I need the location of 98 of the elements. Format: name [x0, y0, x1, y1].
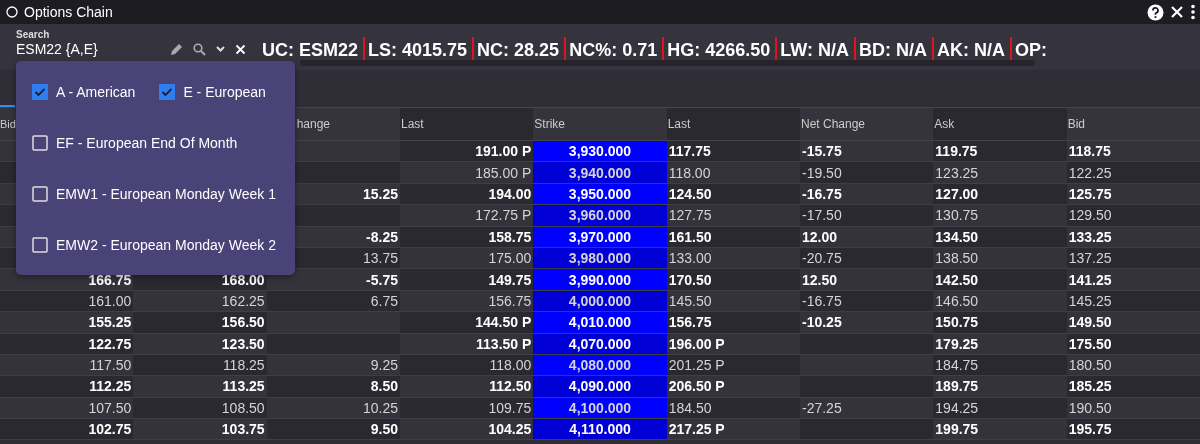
table-cell: 122.75 — [0, 333, 134, 355]
strike-cell: 4,090.000 — [533, 376, 667, 398]
column-header[interactable]: Net Change — [800, 108, 934, 141]
table-cell: -19.50 — [800, 162, 934, 184]
circle-icon — [6, 6, 18, 18]
table-cell: 117.50 — [0, 354, 134, 377]
table-cell: 127.75 — [666, 205, 800, 227]
table-cell: 170.50 — [666, 269, 800, 291]
table-cell: 199.75 — [933, 419, 1067, 441]
table-cell: 179.25 — [933, 333, 1067, 355]
checkbox[interactable] — [32, 83, 48, 100]
strike-cell: 4,100.000 — [533, 397, 667, 420]
column-header[interactable]: Strike — [533, 108, 667, 141]
option-label[interactable]: E - European — [183, 83, 266, 100]
strike-cell: 4,110.000 — [533, 419, 667, 441]
column-header[interactable]: Ask — [933, 108, 1067, 141]
table-cell: 107.50 — [0, 397, 134, 420]
quote-value: UC: ESM22 — [261, 39, 360, 62]
checkbox[interactable] — [32, 236, 48, 253]
table-cell: 118.25 — [133, 354, 267, 377]
table-cell: 118.00 — [666, 162, 800, 184]
table-cell: 108.50 — [133, 397, 267, 420]
table-cell: 8.50 — [266, 376, 400, 398]
scrollbar[interactable] — [300, 60, 1035, 66]
table-cell: 217.25 P — [666, 419, 800, 441]
table-cell: 184.75 — [933, 354, 1067, 377]
table-cell: 141.25 — [1066, 269, 1200, 291]
table-cell: 155.25 — [0, 312, 134, 334]
table-cell: 12.50 — [800, 269, 934, 291]
strike-cell: 3,930.000 — [533, 141, 667, 163]
close-icon[interactable] — [1170, 5, 1184, 19]
table-cell: 191.00 P — [400, 141, 534, 163]
table-cell: 112.50 — [400, 376, 534, 398]
clear-icon[interactable] — [235, 43, 246, 55]
table-cell: 130.75 — [933, 205, 1067, 227]
table-cell: 104.25 — [400, 419, 534, 441]
table-cell: 129.50 — [1066, 205, 1200, 227]
table-cell: 194.25 — [933, 397, 1067, 420]
table-cell: 127.00 — [933, 183, 1067, 206]
strike-cell: 3,950.000 — [533, 183, 667, 206]
table-cell: -15.75 — [800, 141, 934, 163]
table-cell: 172.75 P — [400, 205, 534, 227]
table-cell: 123.50 — [133, 333, 267, 355]
option-label[interactable]: A - American — [56, 83, 136, 100]
column-header[interactable]: Bid — [1066, 108, 1200, 141]
table-cell: 156.50 — [133, 312, 267, 334]
table-cell: 146.50 — [933, 290, 1067, 313]
table-cell: 150.75 — [933, 312, 1067, 334]
search-icon[interactable] — [193, 42, 206, 56]
strike-cell: 3,990.000 — [533, 269, 667, 291]
table-cell: 102.75 — [0, 419, 134, 441]
table-cell: 195.75 — [1066, 419, 1200, 441]
table-cell: 119.75 — [933, 141, 1067, 163]
table-cell: 112.25 — [0, 376, 134, 398]
strike-cell: 3,980.000 — [533, 247, 667, 270]
chevron-down-icon[interactable] — [215, 45, 226, 53]
strike-cell: 3,960.000 — [533, 205, 667, 227]
table-cell: 144.50 P — [400, 312, 534, 334]
window-title: Options Chain — [24, 4, 114, 20]
table-cell: -5.75 — [266, 269, 400, 291]
table-cell: 206.50 P — [666, 376, 800, 398]
strike-cell: 4,010.000 — [533, 312, 667, 334]
table-cell: 118.75 — [1066, 141, 1200, 163]
column-header[interactable]: Last — [666, 108, 800, 141]
table-cell: 134.50 — [933, 226, 1067, 248]
search-field[interactable]: ESM22 {A,E} — [16, 41, 170, 57]
table-cell: -10.25 — [800, 312, 934, 334]
strike-cell: 3,940.000 — [533, 162, 667, 184]
table-cell: 123.25 — [933, 162, 1067, 184]
table-cell: 142.50 — [933, 269, 1067, 291]
table-cell: 9.50 — [266, 419, 400, 441]
table-cell: 189.75 — [933, 376, 1067, 398]
strike-cell: 3,970.000 — [533, 226, 667, 248]
checkbox[interactable] — [32, 185, 48, 202]
table-cell: 103.75 — [133, 419, 267, 441]
strike-cell: 4,000.000 — [533, 290, 667, 313]
table-cell: 156.75 — [666, 312, 800, 334]
table-cell: 117.75 — [666, 141, 800, 163]
more-icon[interactable] — [1190, 4, 1196, 20]
table-cell: 185.00 P — [400, 162, 534, 184]
table-cell: 162.25 — [133, 290, 267, 313]
table-cell: 149.50 — [1066, 312, 1200, 334]
table-cell: 113.25 — [133, 376, 267, 398]
table-cell: 122.25 — [1066, 162, 1200, 184]
column-header[interactable]: Last — [400, 108, 534, 141]
strike-cell: 4,070.000 — [533, 333, 667, 355]
search-label: Search — [16, 29, 51, 40]
help-icon[interactable] — [1147, 3, 1164, 21]
strike-cell: 4,080.000 — [533, 354, 667, 377]
checkbox[interactable] — [159, 83, 176, 100]
table-cell: 161.00 — [0, 290, 134, 313]
table-cell: -17.50 — [800, 205, 934, 227]
checkbox[interactable] — [32, 134, 48, 151]
table-cell: 149.75 — [400, 269, 534, 291]
table-cell: 185.25 — [1066, 376, 1200, 398]
option-label[interactable]: EF - European End Of Month — [56, 134, 238, 151]
table-cell: 138.50 — [933, 247, 1067, 270]
pencil-icon[interactable] — [170, 42, 184, 56]
